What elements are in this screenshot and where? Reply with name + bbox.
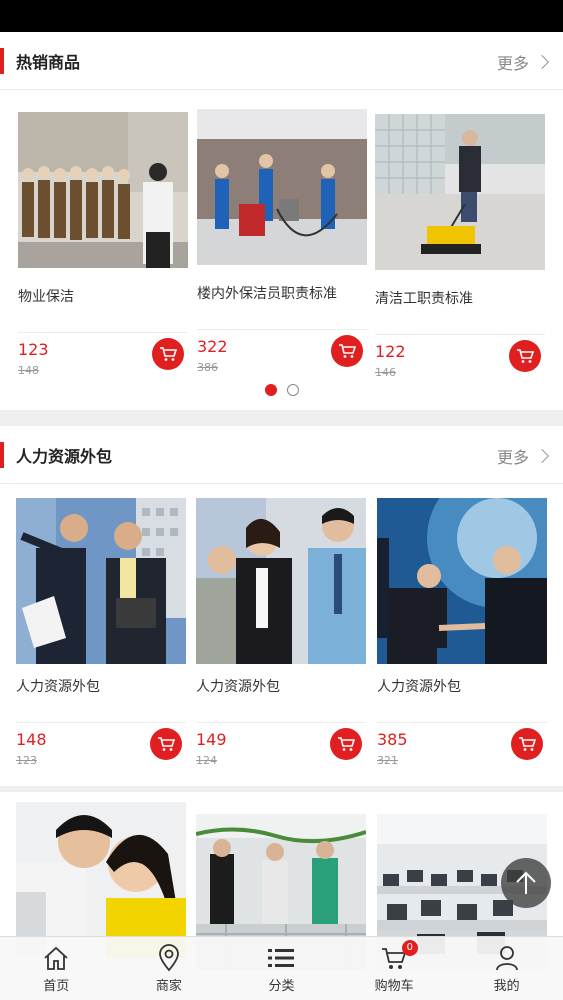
product-name[interactable]: 人力资源外包	[16, 676, 100, 696]
arrow-up-icon	[516, 871, 536, 894]
product-image[interactable]	[375, 114, 545, 270]
user-icon	[492, 943, 522, 973]
section-accent-bar	[0, 48, 4, 74]
original-price: 123	[16, 754, 37, 767]
divider	[196, 722, 366, 723]
add-to-cart-button[interactable]	[509, 340, 541, 372]
cart-icon	[338, 737, 355, 751]
divider	[197, 329, 367, 330]
add-to-cart-button[interactable]	[150, 728, 182, 760]
product-name[interactable]: 物业保洁	[18, 286, 74, 306]
nav-label: 分类	[268, 979, 295, 994]
nav-item-category[interactable]: 分类	[225, 937, 338, 1000]
original-price: 321	[377, 754, 398, 767]
cart-count-badge: 0	[401, 940, 418, 956]
back-to-top-button[interactable]	[501, 858, 551, 908]
carousel-indicator	[0, 384, 563, 396]
product-price: 385	[377, 730, 408, 749]
divider	[377, 722, 547, 723]
list-icon	[266, 943, 296, 973]
nav-item-home[interactable]: 首页	[0, 937, 113, 1000]
nav-label: 我的	[493, 979, 520, 994]
product-price: 322	[197, 337, 228, 356]
nav-label: 商家	[155, 979, 182, 994]
product-image[interactable]	[196, 498, 366, 664]
product-name[interactable]: 清洁工职责标准	[375, 288, 473, 308]
cart-icon	[519, 737, 536, 751]
original-price: 124	[196, 754, 217, 767]
original-price: 148	[18, 364, 39, 377]
original-price: 386	[197, 361, 218, 374]
divider	[16, 722, 186, 723]
chevron-right-icon	[534, 54, 550, 70]
add-to-cart-button[interactable]	[152, 338, 184, 370]
original-price: 146	[375, 366, 396, 379]
nav-label: 首页	[43, 979, 70, 994]
nav-item-cart[interactable]: 0 购物车	[338, 937, 451, 1000]
status-bar	[0, 0, 563, 32]
section-accent-bar	[0, 442, 4, 468]
section-title: 人力资源外包	[16, 447, 113, 466]
add-to-cart-button[interactable]	[331, 335, 363, 367]
hr-outsourcing-section: 人力资源外包 更多 人力资源外包 148 123 人力资源外包 149 124 …	[0, 426, 563, 786]
nav-item-merchant[interactable]: 商家	[113, 937, 226, 1000]
location-pin-icon	[154, 943, 184, 973]
product-price: 148	[16, 730, 47, 749]
cart-icon	[160, 347, 177, 361]
bottom-nav: 首页 商家 分类 0 购物车 我的	[0, 936, 563, 1000]
product-price: 149	[196, 730, 227, 749]
divider	[375, 334, 545, 335]
more-label: 更多	[496, 54, 529, 73]
home-icon	[41, 943, 71, 973]
product-image[interactable]	[16, 802, 186, 958]
chevron-right-icon	[534, 448, 550, 464]
cart-icon	[339, 344, 356, 358]
carousel-dot-1[interactable]	[264, 384, 277, 396]
product-name[interactable]: 人力资源外包	[196, 676, 280, 696]
section-title: 热销商品	[16, 53, 81, 72]
more-label: 更多	[496, 448, 529, 467]
nav-label: 购物车	[374, 979, 414, 994]
hot-products-section: 热销商品 更多 物业保洁 123 148 楼内外保洁员职责标准 322 386 …	[0, 32, 563, 410]
product-name[interactable]: 楼内外保洁员职责标准	[197, 283, 337, 303]
product-price: 122	[375, 342, 406, 361]
cart-icon	[158, 737, 175, 751]
divider	[18, 332, 188, 333]
section-header: 热销商品 更多	[0, 32, 563, 90]
cart-icon	[517, 349, 534, 363]
product-name[interactable]: 人力资源外包	[377, 676, 461, 696]
carousel-dot-2[interactable]	[286, 384, 299, 396]
section-header: 人力资源外包 更多	[0, 426, 563, 484]
add-to-cart-button[interactable]	[330, 728, 362, 760]
product-image[interactable]	[16, 498, 186, 664]
product-image[interactable]	[377, 498, 547, 664]
add-to-cart-button[interactable]	[511, 728, 543, 760]
product-image[interactable]	[18, 112, 188, 268]
product-image[interactable]	[197, 109, 367, 265]
product-price: 123	[18, 340, 49, 359]
more-link[interactable]: 更多	[496, 444, 550, 468]
more-link[interactable]: 更多	[496, 50, 550, 74]
nav-item-profile[interactable]: 我的	[450, 937, 563, 1000]
